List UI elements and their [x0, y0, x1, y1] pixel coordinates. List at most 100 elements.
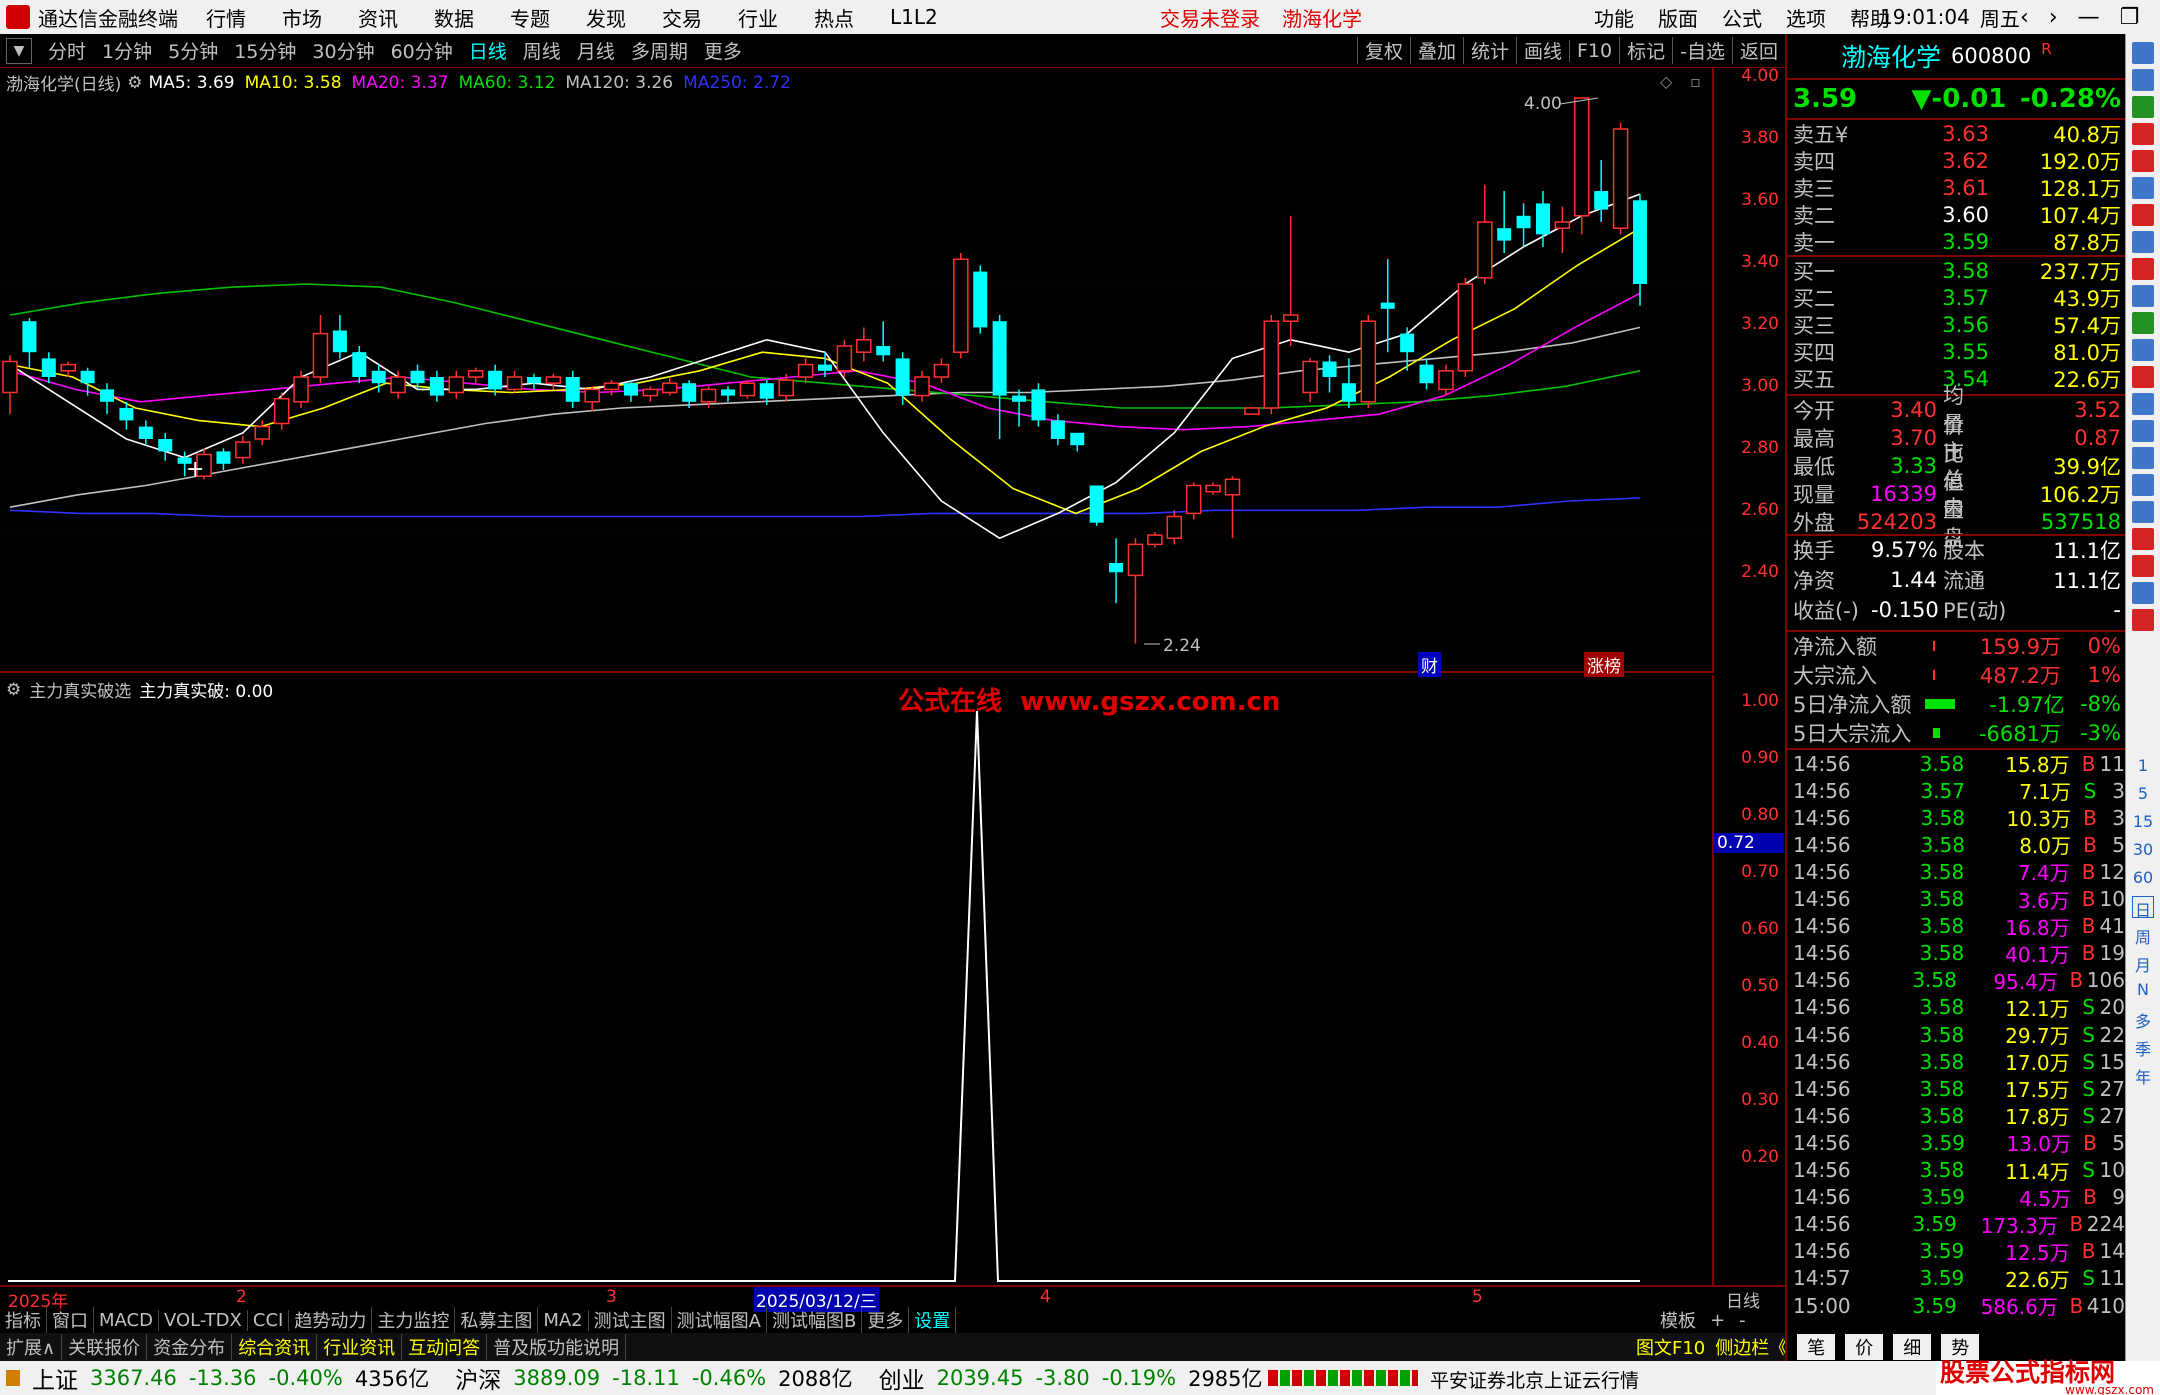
ask-row[interactable]: 卖五¥ 3.63 40.8万: [1793, 120, 2121, 147]
stock-notice[interactable]: 渤海化学: [1282, 3, 1362, 32]
tick-row[interactable]: 14:56 3.58 40.1万 B 19: [1793, 940, 2125, 967]
menu-item[interactable]: 热点: [814, 3, 854, 32]
indicator-gear-icon[interactable]: ⚙: [6, 680, 21, 700]
tick-row[interactable]: 14:56 3.58 11.4万 S 10: [1793, 1157, 2125, 1184]
period-tab[interactable]: 周线: [515, 37, 569, 64]
template-control[interactable]: +: [1710, 1310, 1725, 1331]
menu-item[interactable]: 专题: [510, 3, 550, 32]
tick-row[interactable]: 14:56 3.58 15.8万 B 11: [1793, 750, 2125, 778]
period-tab[interactable]: 多周期: [623, 37, 696, 64]
template-control[interactable]: 模板: [1660, 1307, 1696, 1333]
sidebar-tool-icon[interactable]: [2132, 258, 2154, 280]
index-ticker[interactable]: 创业 2039.45 -3.80 -0.19% 2985亿: [879, 1361, 1263, 1395]
chart-tool-button[interactable]: F10: [1569, 39, 1619, 62]
sidebar-period-button[interactable]: 60: [2132, 868, 2154, 890]
tick-row[interactable]: 14:56 3.58 17.5万 S 27: [1793, 1075, 2125, 1103]
menu-item[interactable]: 数据: [434, 3, 474, 32]
ask-row[interactable]: 卖四 3.62 192.0万: [1793, 147, 2121, 174]
sidebar-tool-icon[interactable]: [2132, 528, 2154, 550]
tick-row[interactable]: 14:56 3.58 17.8万 S 27: [1793, 1102, 2125, 1130]
indicator-tab[interactable]: MACD: [94, 1309, 159, 1331]
chart-expand-icon[interactable]: ▫: [1690, 72, 1701, 91]
tick-row[interactable]: 14:56 3.58 29.7万 S 22: [1793, 1021, 2125, 1049]
period-tab[interactable]: 月线: [569, 37, 623, 64]
menu-item[interactable]: 资讯: [358, 3, 398, 32]
menu-item[interactable]: 交易: [662, 3, 702, 32]
bid-row[interactable]: 买三 3.56 57.4万: [1793, 311, 2121, 338]
chart-tool-button[interactable]: 标记: [1619, 37, 1672, 64]
period-tab[interactable]: 更多: [696, 37, 750, 64]
indicator-tab[interactable]: 更多: [862, 1307, 910, 1333]
tick-row[interactable]: 15:00 3.59 586.6万 B 410: [1793, 1292, 2125, 1320]
sidebar-tool-icon[interactable]: [2132, 420, 2154, 442]
period-tab[interactable]: 分时: [40, 37, 94, 64]
tick-row[interactable]: 14:56 3.58 3.6万 B 10: [1793, 886, 2125, 913]
chart-tool-button[interactable]: 叠加: [1409, 37, 1463, 64]
sidebar-period-button[interactable]: 日: [2132, 896, 2154, 920]
period-tab[interactable]: 5分钟: [160, 37, 226, 64]
bid-row[interactable]: 买二 3.57 43.9万: [1793, 284, 2121, 311]
sidebar-tool-icon[interactable]: [2132, 285, 2154, 307]
chart-tool-button[interactable]: 返回: [1731, 37, 1785, 64]
period-tab[interactable]: 1分钟: [94, 37, 160, 64]
sidebar-period-button[interactable]: 5: [2132, 784, 2154, 806]
sidebar-period-button[interactable]: 季: [2132, 1036, 2154, 1059]
menu-item[interactable]: 发现: [586, 3, 626, 32]
sidebar-period-button[interactable]: 30: [2132, 840, 2154, 862]
info-tab[interactable]: 普及版功能说明: [487, 1334, 627, 1360]
indicator-tab[interactable]: 窗口: [47, 1307, 94, 1333]
sidebar-tool-icon[interactable]: [2132, 447, 2154, 469]
right-menu-item[interactable]: 公式: [1722, 3, 1762, 32]
tick-row[interactable]: 14:56 3.58 95.4万 B 106: [1793, 967, 2125, 994]
sidebar-period-button[interactable]: 15: [2132, 812, 2154, 834]
info-tab[interactable]: 扩展∧: [0, 1334, 63, 1360]
period-tab[interactable]: 日线: [461, 37, 515, 64]
menu-toggle-icon[interactable]: ▼: [6, 37, 32, 64]
indicator-tab[interactable]: 私募主图: [455, 1307, 539, 1333]
right-menu-item[interactable]: 功能: [1594, 3, 1634, 32]
indicator-tab[interactable]: 指标: [0, 1307, 47, 1333]
indicator-tab[interactable]: VOL-TDX: [159, 1309, 248, 1331]
chart-tool-button[interactable]: 画线: [1515, 37, 1569, 64]
sidebar-tool-icon[interactable]: [2132, 231, 2154, 253]
indicator-tab[interactable]: 主力监控: [372, 1307, 456, 1333]
period-tab[interactable]: 30分钟: [304, 37, 382, 64]
indicator-chart[interactable]: ⚙ 主力真实破选 主力真实破: 0.00 公式在线 www.gszx.com.c…: [0, 675, 1712, 1285]
period-tab[interactable]: 60分钟: [383, 37, 461, 64]
side-control[interactable]: 图文F10: [1636, 1334, 1705, 1360]
sidebar-period-button[interactable]: 多: [2132, 1008, 2154, 1031]
bid-row[interactable]: 买四 3.55 81.0万: [1793, 338, 2121, 365]
info-tab[interactable]: 综合资讯: [232, 1334, 318, 1360]
tick-row[interactable]: 14:56 3.58 16.8万 B 41: [1793, 913, 2125, 940]
tick-row[interactable]: 14:56 3.57 7.1万 S 3: [1793, 777, 2125, 805]
sidebar-tool-icon[interactable]: [2132, 123, 2154, 145]
tick-row[interactable]: 14:56 3.59 173.3万 B 224: [1793, 1211, 2125, 1238]
kline-chart[interactable]: 渤海化学(日线) ⚙ MA5: 3.69 MA10: 3.58 MA20: 3.37…: [0, 68, 1712, 677]
sidebar-period-button[interactable]: N: [2132, 980, 2154, 1002]
menu-item[interactable]: 行情: [206, 3, 246, 32]
menu-item[interactable]: 市场: [282, 3, 322, 32]
finance-badge[interactable]: 财: [1418, 652, 1441, 677]
sidebar-tool-icon[interactable]: [2132, 501, 2154, 523]
indicator-tab[interactable]: 测试幅图A: [672, 1307, 767, 1333]
tick-row[interactable]: 14:57 3.59 22.6万 S 11: [1793, 1265, 2125, 1292]
sidebar-period-button[interactable]: 年: [2132, 1064, 2154, 1087]
tick-row[interactable]: 14:56 3.58 12.1万 S 20: [1793, 994, 2125, 1021]
chart-tool-button[interactable]: 复权: [1356, 37, 1410, 64]
ask-row[interactable]: 卖三 3.61 128.1万: [1793, 174, 2121, 201]
indicator-tab[interactable]: MA2: [538, 1309, 589, 1331]
indicator-tab[interactable]: 趋势动力: [289, 1307, 373, 1333]
chart-option-icon[interactable]: ◇: [1660, 72, 1672, 91]
tick-row[interactable]: 14:56 3.58 17.0万 S 15: [1793, 1048, 2125, 1076]
login-notice[interactable]: 交易未登录: [1160, 3, 1260, 32]
tick-row[interactable]: 14:56 3.58 8.0万 B 5: [1793, 831, 2125, 859]
sidebar-tool-icon[interactable]: [2132, 150, 2154, 172]
indicator-tab[interactable]: 测试主图: [589, 1307, 672, 1333]
sidebar-tool-icon[interactable]: [2132, 474, 2154, 496]
sidebar-tool-icon[interactable]: [2132, 312, 2154, 334]
sidebar-tool-icon[interactable]: [2132, 339, 2154, 361]
indicator-tab[interactable]: 测试幅图B: [767, 1307, 863, 1333]
template-control[interactable]: -: [1739, 1310, 1746, 1331]
indicator-tab[interactable]: CCI: [248, 1309, 290, 1331]
sidebar-tool-icon[interactable]: [2132, 582, 2154, 604]
